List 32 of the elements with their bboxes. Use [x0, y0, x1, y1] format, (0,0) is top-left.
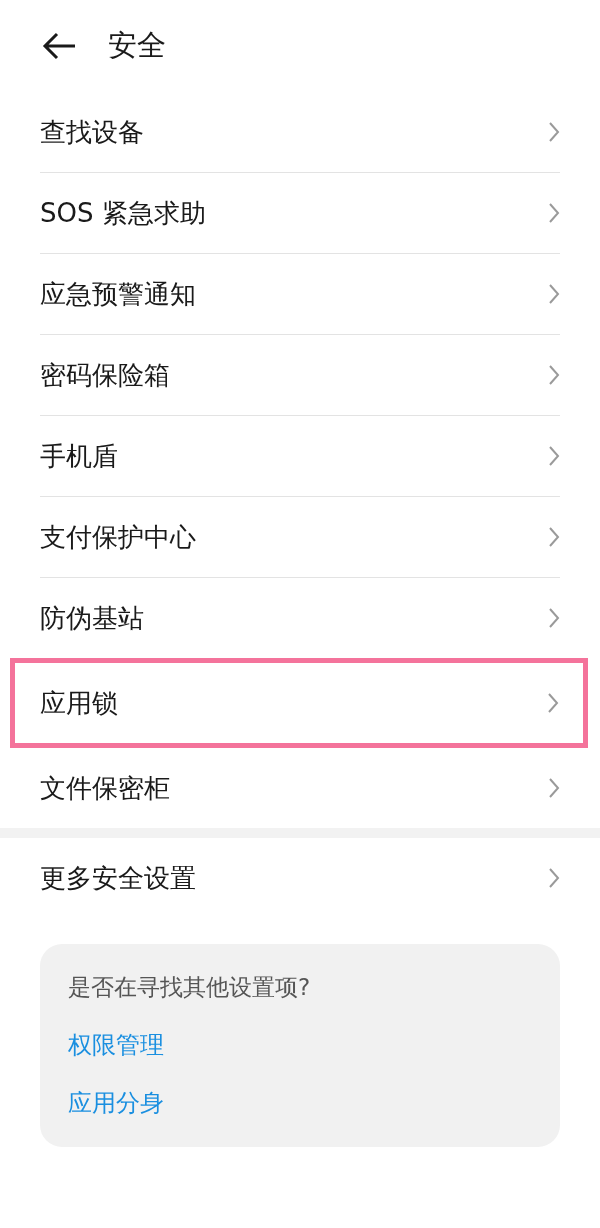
chevron-right-icon [548, 121, 560, 143]
chevron-right-icon [547, 692, 559, 714]
row-label: 文件保密柜 [40, 771, 170, 805]
chevron-right-icon [548, 867, 560, 889]
chevron-right-icon [548, 526, 560, 548]
row-label: 密码保险箱 [40, 358, 170, 392]
chevron-right-icon [548, 364, 560, 386]
settings-row[interactable]: 支付保护中心 [40, 497, 560, 577]
row-label: 手机盾 [40, 439, 118, 473]
row-label: SOS 紧急求助 [40, 196, 206, 230]
settings-row[interactable]: SOS 紧急求助 [40, 173, 560, 253]
row-label: 更多安全设置 [40, 861, 196, 895]
card-question: 是否在寻找其他设置项? [68, 973, 312, 1002]
chevron-right-icon [548, 607, 560, 629]
page-title: 安全 [108, 27, 166, 65]
row-label: 应用锁 [40, 686, 118, 720]
settings-row[interactable]: 防伪基站 [40, 578, 560, 658]
settings-row[interactable]: 密码保险箱 [40, 335, 560, 415]
chevron-right-icon [548, 777, 560, 799]
chevron-right-icon [548, 202, 560, 224]
settings-row[interactable]: 查找设备 [40, 92, 560, 172]
settings-row[interactable]: 文件保密柜 [40, 748, 560, 828]
row-label: 支付保护中心 [40, 520, 196, 554]
row-label: 查找设备 [40, 115, 144, 149]
settings-row[interactable]: 更多安全设置 [40, 838, 560, 918]
row-label: 防伪基站 [40, 601, 144, 635]
chevron-right-icon [548, 445, 560, 467]
settings-row[interactable]: 应急预警通知 [40, 254, 560, 334]
settings-row[interactable]: 手机盾 [40, 416, 560, 496]
row-label: 应急预警通知 [40, 277, 196, 311]
settings-row[interactable]: 应用锁 [10, 658, 588, 748]
chevron-right-icon [548, 283, 560, 305]
